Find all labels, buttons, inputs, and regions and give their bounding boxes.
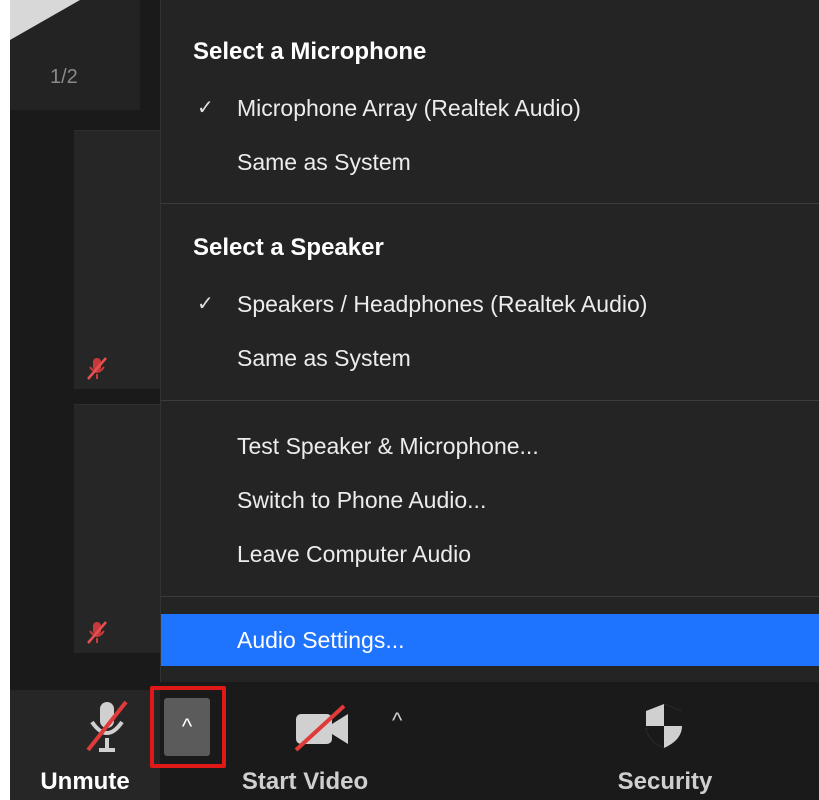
menu-item-label: Microphone Array (Realtek Audio) <box>237 95 581 121</box>
menu-item-label: Speakers / Headphones (Realtek Audio) <box>237 291 648 317</box>
check-icon: ✓ <box>197 97 214 119</box>
muted-mic-icon <box>87 357 107 380</box>
audio-options-caret-button[interactable]: ^ <box>164 698 210 756</box>
muted-mic-icon <box>86 700 128 752</box>
participant-tile[interactable] <box>74 130 170 389</box>
highlight-box: ^ <box>150 686 226 768</box>
speaker-section-title: Select a Speaker <box>193 234 384 261</box>
menu-item-label: Switch to Phone Audio... <box>237 487 487 513</box>
menu-item-switch-to-phone-audio[interactable]: Switch to Phone Audio... <box>161 474 819 526</box>
start-video-label: Start Video <box>241 768 369 795</box>
menu-item-audio-settings[interactable]: Audio Settings... <box>161 614 819 666</box>
video-off-icon <box>294 704 348 752</box>
meeting-toolbar: Unmute ^ Start Video ^ Security <box>10 686 819 800</box>
menu-item-label: Leave Computer Audio <box>237 541 471 567</box>
unmute-label: Unmute <box>40 768 130 795</box>
menu-divider <box>161 400 819 401</box>
menu-item-leave-computer-audio[interactable]: Leave Computer Audio <box>161 528 819 580</box>
page-indicator: 1/2 <box>50 66 78 88</box>
menu-item-speakers-headphones[interactable]: ✓ Speakers / Headphones (Realtek Audio) <box>161 278 819 330</box>
menu-item-label: Same as System <box>237 345 411 371</box>
participant-tile[interactable] <box>74 404 170 653</box>
menu-item-label: Same as System <box>237 149 411 175</box>
menu-item-microphone-array[interactable]: ✓ Microphone Array (Realtek Audio) <box>161 82 819 134</box>
video-options-caret-button[interactable]: ^ <box>392 708 402 734</box>
check-icon: ✓ <box>197 293 214 315</box>
start-video-button[interactable]: Start Video <box>230 690 380 800</box>
microphone-section-title: Select a Microphone <box>193 38 427 65</box>
menu-item-test-speaker-microphone[interactable]: Test Speaker & Microphone... <box>161 420 819 472</box>
shield-icon <box>646 704 682 748</box>
security-label: Security <box>617 768 713 795</box>
unmute-button[interactable]: Unmute <box>10 690 160 800</box>
meeting-window: 1/2 Select a Microphone ✓ Microphone Arr… <box>10 0 819 800</box>
menu-item-label: Test Speaker & Microphone... <box>237 433 539 459</box>
muted-mic-icon <box>87 621 107 644</box>
menu-divider <box>161 203 819 204</box>
menu-item-label: Audio Settings... <box>237 627 405 653</box>
menu-item-mic-same-as-system[interactable]: Same as System <box>161 136 819 188</box>
security-button[interactable]: Security <box>590 690 740 800</box>
corner-flag <box>10 0 80 40</box>
audio-menu: Select a Microphone ✓ Microphone Array (… <box>160 0 819 682</box>
menu-item-speaker-same-as-system[interactable]: Same as System <box>161 332 819 384</box>
menu-divider <box>161 596 819 597</box>
